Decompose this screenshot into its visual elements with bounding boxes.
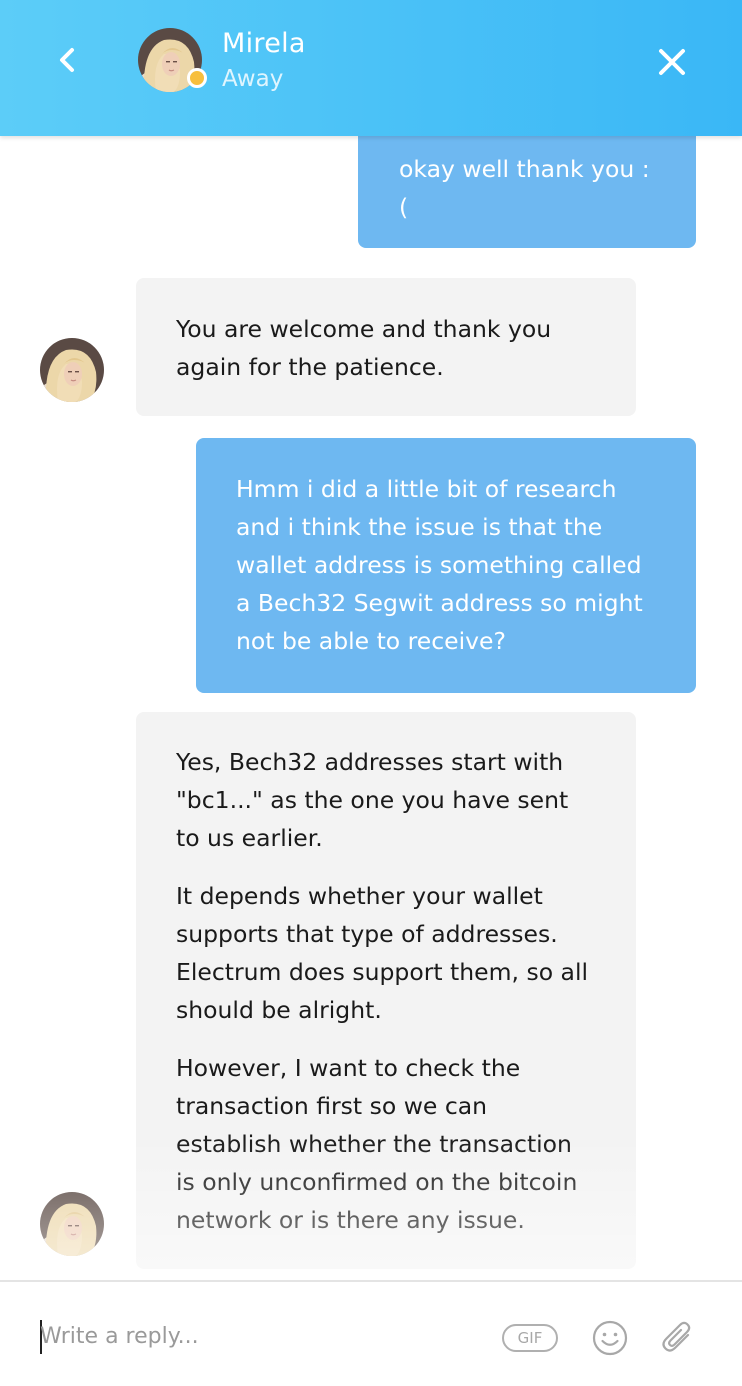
chat-header: Mirela Away <box>0 0 742 136</box>
message-text: okay well thank you : ( <box>399 155 650 221</box>
close-button[interactable] <box>652 42 692 82</box>
message-text: Yes, Bech32 addresses start with "bc1...… <box>176 748 569 852</box>
agent-avatar <box>40 1192 104 1256</box>
agent-name: Mirela <box>222 28 306 59</box>
back-button[interactable] <box>48 40 88 80</box>
chevron-left-icon <box>60 48 74 72</box>
message-text: However, I want to check the transaction… <box>176 1054 578 1234</box>
paperclip-icon <box>662 1321 691 1352</box>
user-message: Hmm i did a little bit of research and i… <box>196 438 696 693</box>
close-icon <box>659 49 685 75</box>
user-message: okay well thank you : ( <box>358 136 696 248</box>
reply-composer: GIF <box>0 1280 742 1386</box>
message-text: Hmm i did a little bit of research and i… <box>236 475 643 655</box>
message-text: You are welcome and thank you again for … <box>176 315 552 381</box>
reply-input[interactable] <box>40 1316 460 1356</box>
away-status-dot <box>187 68 207 88</box>
agent-status: Away <box>222 66 284 92</box>
attach-button[interactable] <box>660 1318 696 1358</box>
message-text: It depends whether your wallet supports … <box>176 882 588 1024</box>
smiley-icon <box>592 1320 628 1356</box>
message-thread[interactable]: okay well thank you : ( You are welcome … <box>0 136 742 1280</box>
agent-avatar <box>40 338 104 402</box>
emoji-button[interactable] <box>592 1320 628 1356</box>
agent-message: You are welcome and thank you again for … <box>136 278 636 416</box>
agent-message: Yes, Bech32 addresses start with "bc1...… <box>136 712 636 1269</box>
gif-button[interactable]: GIF <box>502 1324 558 1352</box>
